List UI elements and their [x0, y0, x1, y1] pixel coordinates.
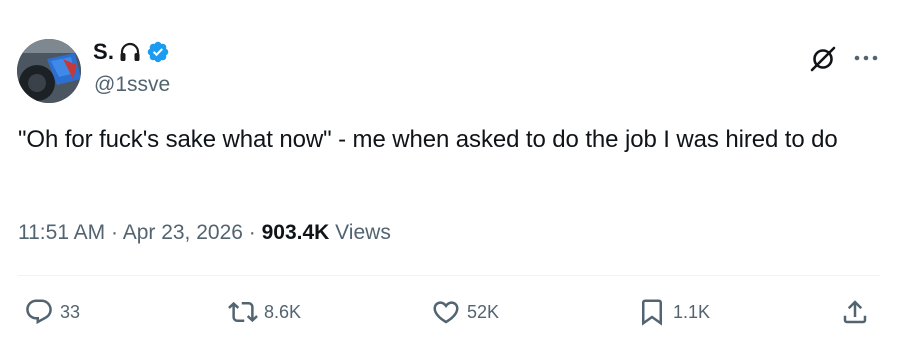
author-handle[interactable]: @1ssve — [94, 73, 170, 97]
verified-badge-icon[interactable] — [146, 40, 170, 64]
views-count: 903.4K — [261, 221, 330, 244]
meta-separator: · — [242, 221, 262, 244]
divider — [18, 275, 880, 276]
share-button[interactable] — [840, 294, 870, 330]
tweet-text: "Oh for fuck's sake what now" - me when … — [18, 126, 838, 153]
bookmark-button[interactable]: 1.1K — [637, 294, 710, 330]
grok-icon[interactable] — [809, 45, 837, 73]
share-icon — [843, 300, 867, 324]
bookmark-icon — [642, 299, 662, 326]
like-button[interactable]: 52K — [431, 294, 499, 330]
reply-icon — [26, 299, 52, 325]
heart-icon — [433, 301, 459, 324]
meta-separator: · — [105, 221, 123, 244]
tweet-time[interactable]: 11:51 AM — [18, 221, 105, 244]
tweet-card: S. @1ssve "Oh for fuck's sake what now" … — [0, 0, 898, 341]
headphones-icon — [117, 39, 143, 65]
repost-count: 8.6K — [264, 301, 302, 322]
reply-button[interactable]: 33 — [24, 294, 80, 330]
tweet-date[interactable]: Apr 23, 2026 — [123, 221, 243, 244]
repost-icon — [228, 301, 258, 323]
repost-button[interactable]: 8.6K — [228, 294, 301, 330]
author-name-row[interactable]: S. — [93, 38, 170, 66]
reply-count: 33 — [60, 301, 81, 322]
bookmark-count: 1.1K — [673, 301, 711, 322]
tweet-meta: 11:51 AM · Apr 23, 2026 · 903.4K Views — [18, 221, 391, 245]
avatar[interactable] — [17, 39, 81, 103]
display-name[interactable]: S. — [93, 39, 114, 65]
more-options-icon[interactable] — [852, 48, 880, 68]
like-count: 52K — [467, 301, 500, 322]
views-label: Views — [329, 221, 391, 244]
